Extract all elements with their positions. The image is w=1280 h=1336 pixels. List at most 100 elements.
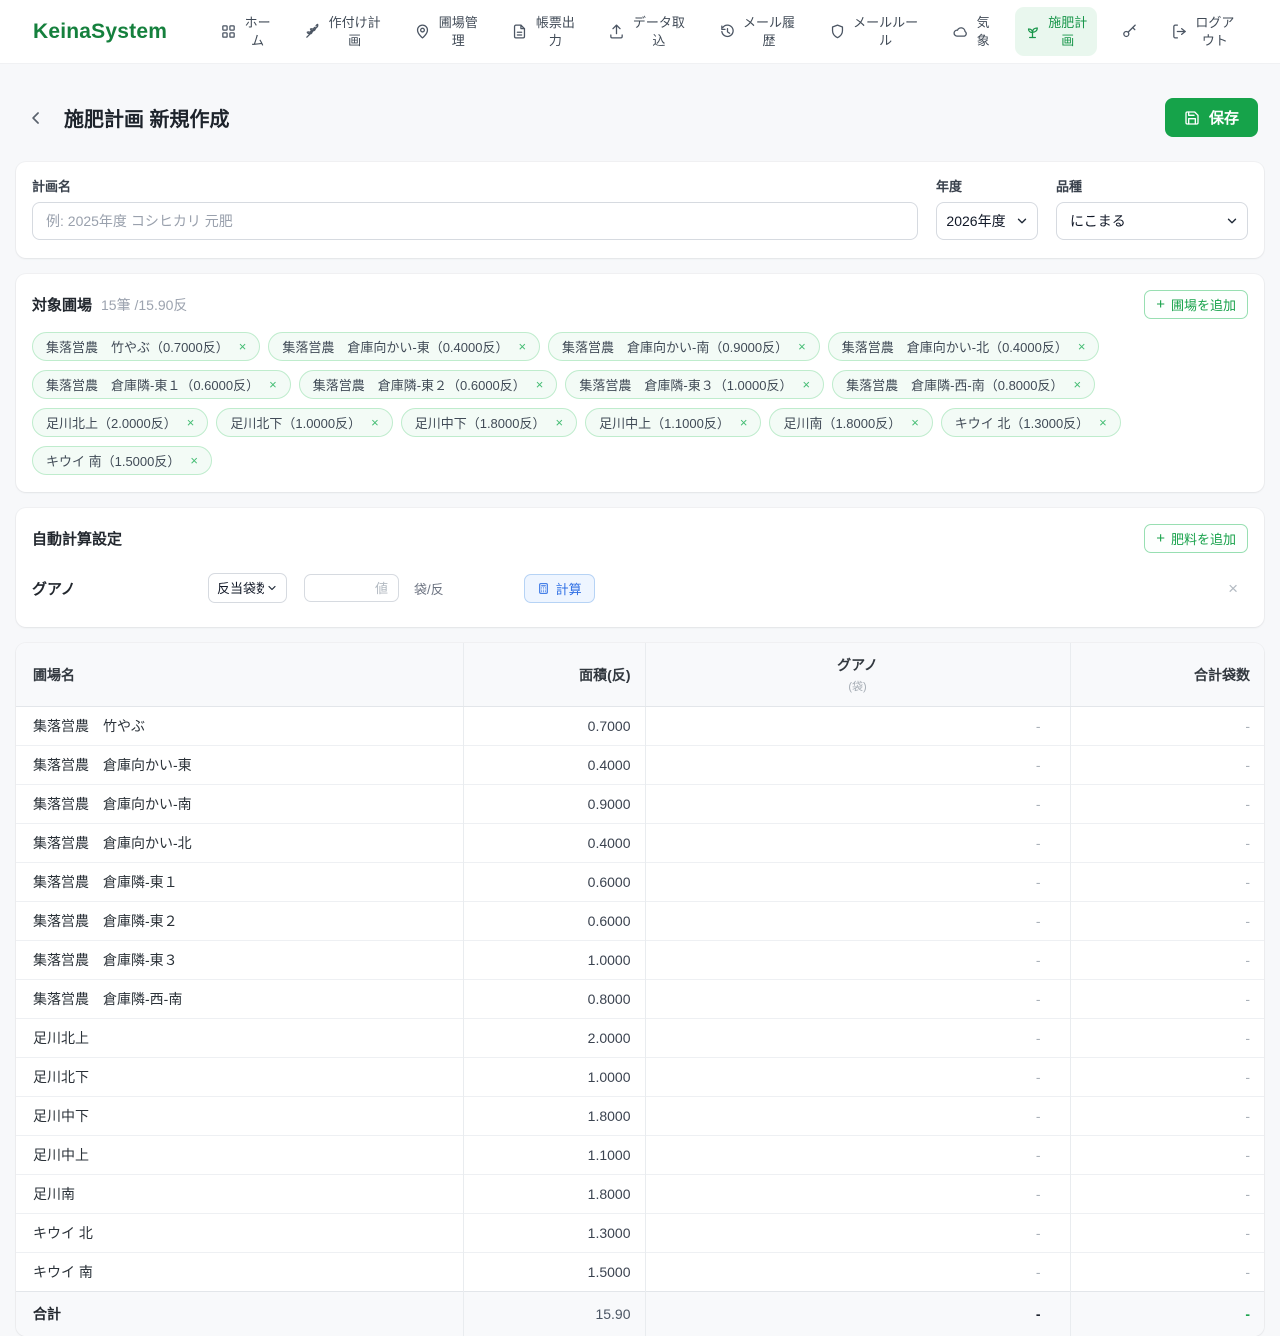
plan-name-input[interactable] <box>32 202 918 240</box>
save-button[interactable]: 保存 <box>1165 98 1258 137</box>
total-row-fertilizer: - <box>645 1292 1070 1336</box>
field-tag: 集落営農 竹やぶ（0.7000反） <box>32 332 260 361</box>
nav-item-mail-history[interactable]: メール履歴 <box>710 7 805 55</box>
cell-fertilizer: - <box>645 1097 1070 1136</box>
cell-total: - <box>1070 1058 1264 1097</box>
page-header: 施肥計画 新規作成 保存 <box>22 98 1258 137</box>
cell-total: - <box>1070 941 1264 980</box>
remove-tag-icon[interactable] <box>1099 416 1107 429</box>
remove-tag-icon[interactable] <box>798 340 806 353</box>
nav-item-planting-plan[interactable]: 作付け計画 <box>295 7 390 55</box>
remove-tag-icon[interactable] <box>518 340 526 353</box>
nav-item-logout[interactable]: ログアウト <box>1162 7 1244 55</box>
fertilizer-calc-row: グアノ 反当袋数 袋/反 計算 <box>16 553 1264 603</box>
variety-select[interactable]: にこまる <box>1056 202 1248 240</box>
remove-tag-icon[interactable] <box>371 416 379 429</box>
remove-tag-icon[interactable] <box>555 416 563 429</box>
table-total-row: 合計 15.90 - - <box>16 1292 1264 1336</box>
field-tag: 足川中上（1.1000反） <box>585 408 761 437</box>
remove-tag-icon[interactable] <box>536 378 544 391</box>
year-select[interactable]: 2026年度 <box>936 202 1038 240</box>
remove-tag-icon[interactable] <box>802 378 810 391</box>
nav-item-weather[interactable]: 気象 <box>943 7 1000 55</box>
table-row: 集落営農 倉庫向かい-南 0.9000 - - <box>16 785 1264 824</box>
cell-total: - <box>1070 824 1264 863</box>
auto-calc-card: 自動計算設定 肥料を追加 グアノ 反当袋数 袋/反 計算 <box>16 508 1264 627</box>
add-fertilizer-button[interactable]: 肥料を追加 <box>1144 524 1248 553</box>
target-fields-title: 対象圃場 <box>32 294 92 315</box>
calculate-button-label: 計算 <box>556 579 582 598</box>
cell-fertilizer: - <box>645 980 1070 1019</box>
table-row: 集落営農 倉庫隣-東２ 0.6000 - - <box>16 902 1264 941</box>
cell-total: - <box>1070 980 1264 1019</box>
field-tag: キウイ 北（1.3000反） <box>941 408 1121 437</box>
remove-tag-icon[interactable] <box>911 416 919 429</box>
cell-total: - <box>1070 1097 1264 1136</box>
field-tag-label: キウイ 北（1.3000反） <box>955 413 1089 432</box>
cell-area: 1.3000 <box>463 1214 645 1253</box>
nav-label: 施肥計画 <box>1048 14 1088 48</box>
cell-area: 0.4000 <box>463 746 645 785</box>
cell-area: 1.5000 <box>463 1253 645 1292</box>
nav-label: メール履歴 <box>743 14 796 48</box>
cell-field-name: 足川南 <box>16 1175 463 1214</box>
cell-field-name: 集落営農 竹やぶ <box>16 707 463 746</box>
chevron-left-icon <box>26 108 46 128</box>
nav-item-home[interactable]: ホーム <box>211 7 280 55</box>
nav-item-report-output[interactable]: 帳票出力 <box>502 7 584 55</box>
field-tag-label: 集落営農 倉庫隣-東２（0.6000反） <box>313 375 526 394</box>
year-field-group: 年度 2026年度 <box>936 176 1038 240</box>
cell-field-name: 足川中上 <box>16 1136 463 1175</box>
field-tag: 集落営農 倉庫隣-東１（0.6000反） <box>32 370 291 399</box>
nav-label: 作付け計画 <box>328 14 381 48</box>
back-button[interactable] <box>22 104 50 132</box>
nav-item-field-management[interactable]: 圃場管理 <box>405 7 487 55</box>
cell-field-name: 足川中下 <box>16 1097 463 1136</box>
nav-item-data-import[interactable]: データ取込 <box>599 7 694 55</box>
nav-item-key[interactable] <box>1112 16 1147 47</box>
field-tag: 集落営農 倉庫向かい-南（0.9000反） <box>548 332 820 361</box>
table-row: 足川中下 1.8000 - - <box>16 1097 1264 1136</box>
add-field-button-label: 圃場を追加 <box>1171 295 1236 314</box>
nav-item-mail-rules[interactable]: メールルール <box>820 7 928 55</box>
field-tag: 集落営農 倉庫向かい-東（0.4000反） <box>268 332 540 361</box>
nav-item-fertilization-plan[interactable]: 施肥計画 <box>1015 7 1097 55</box>
remove-fertilizer-icon[interactable] <box>1228 580 1238 597</box>
grid-icon <box>220 23 237 40</box>
calc-value-input[interactable] <box>304 574 399 602</box>
cell-fertilizer: - <box>645 785 1070 824</box>
cell-field-name: 集落営農 倉庫向かい-南 <box>16 785 463 824</box>
remove-tag-icon[interactable] <box>1078 340 1086 353</box>
table-row: 集落営農 倉庫向かい-北 0.4000 - - <box>16 824 1264 863</box>
cell-total: - <box>1070 863 1264 902</box>
wheat-icon <box>304 23 321 40</box>
save-button-label: 保存 <box>1209 107 1239 128</box>
cell-field-name: キウイ 北 <box>16 1214 463 1253</box>
calculate-button[interactable]: 計算 <box>524 574 595 603</box>
field-tag: 集落営農 倉庫隣-東３（1.0000反） <box>565 370 824 399</box>
nav-label: 気象 <box>976 14 991 48</box>
remove-tag-icon[interactable] <box>269 378 277 391</box>
remove-tag-icon[interactable] <box>187 416 195 429</box>
nav-label: 帳票出力 <box>535 14 575 48</box>
table-row: 集落営農 倉庫隣-東３ 1.0000 - - <box>16 941 1264 980</box>
cell-fertilizer: - <box>645 707 1070 746</box>
add-field-button[interactable]: 圃場を追加 <box>1144 290 1248 319</box>
calc-mode-select[interactable]: 反当袋数 <box>208 573 287 603</box>
table-row: 足川北下 1.0000 - - <box>16 1058 1264 1097</box>
calc-unit-label: 袋/反 <box>414 579 444 598</box>
cell-fertilizer: - <box>645 746 1070 785</box>
remove-tag-icon[interactable] <box>1073 378 1081 391</box>
calculator-icon <box>537 582 550 595</box>
table-row: キウイ 北 1.3000 - - <box>16 1214 1264 1253</box>
main-content: 施肥計画 新規作成 保存 計画名 年度 2026年度 品種 <box>0 98 1280 1336</box>
field-tag: 足川北下（1.0000反） <box>216 408 392 437</box>
table-row: 集落営農 倉庫隣-東１ 0.6000 - - <box>16 863 1264 902</box>
cell-field-name: 集落営農 倉庫隣-西-南 <box>16 980 463 1019</box>
cell-field-name: 集落営農 倉庫隣-東３ <box>16 941 463 980</box>
remove-tag-icon[interactable] <box>740 416 748 429</box>
remove-tag-icon[interactable] <box>190 454 198 467</box>
cell-total: - <box>1070 746 1264 785</box>
remove-tag-icon[interactable] <box>239 340 247 353</box>
field-tag-label: 集落営農 竹やぶ（0.7000反） <box>46 337 229 356</box>
